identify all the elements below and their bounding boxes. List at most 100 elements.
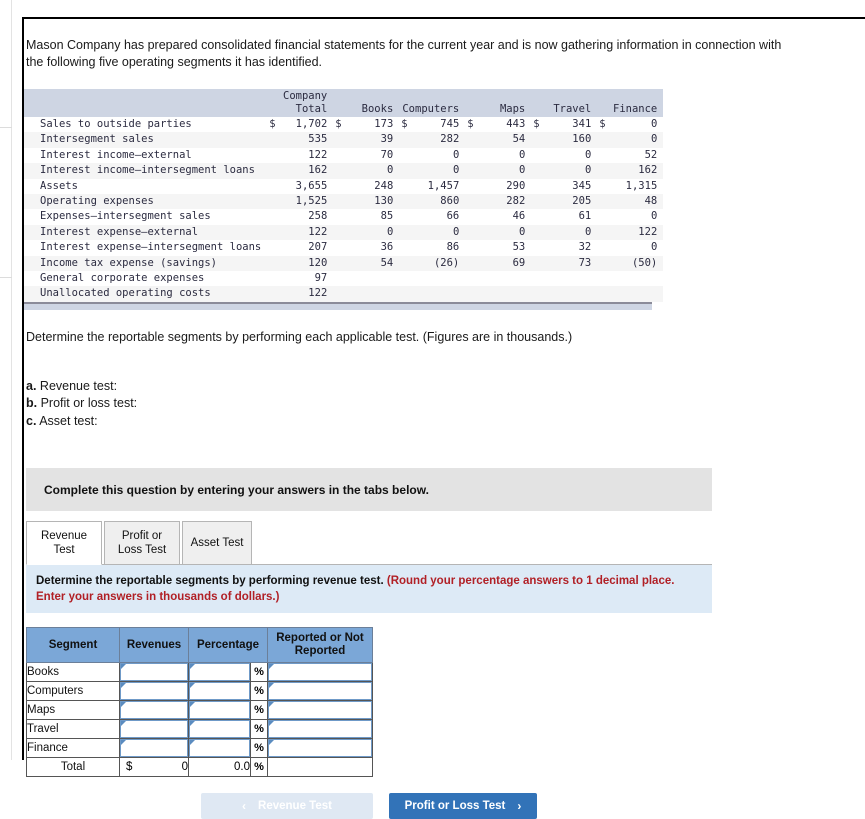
financial-cell: 46 xyxy=(465,209,531,224)
answer-reported-cell[interactable] xyxy=(267,719,373,740)
question-content-frame: Mason Company has prepared consolidated … xyxy=(22,17,865,819)
reported-input[interactable] xyxy=(268,720,372,739)
financial-cell: 0 xyxy=(465,225,531,240)
revenues-input[interactable] xyxy=(120,720,188,739)
financial-cell-value: 443 xyxy=(506,118,526,130)
financial-row-label: Expenses—intersegment sales xyxy=(40,210,211,223)
answer-total-revenues: $0 xyxy=(119,757,189,778)
answer-revenues-cell[interactable] xyxy=(119,738,189,759)
financial-cell-value: 52 xyxy=(644,148,658,161)
financial-cell-value: (26) xyxy=(433,256,460,269)
financial-cell: 85 xyxy=(333,209,399,224)
next-button-label: Profit or Loss Test xyxy=(404,800,506,813)
financial-table-row: Interest expense—external 122 0 0 0 0 122 xyxy=(24,224,664,241)
financial-cell: 205 xyxy=(531,194,597,209)
financial-cell: 0 xyxy=(465,163,531,178)
revenue-test-instruction: Determine the reportable segments by per… xyxy=(26,565,712,614)
financial-cell-value: 535 xyxy=(308,133,328,146)
financial-cell-value: 341 xyxy=(572,118,592,130)
financial-cell-value: 48 xyxy=(644,195,658,208)
financial-cell xyxy=(465,271,531,286)
percentage-input[interactable] xyxy=(189,701,250,720)
prev-revenue-test-button[interactable]: ‹ Revenue Test xyxy=(201,793,373,819)
financial-cell-value: 290 xyxy=(506,179,526,192)
financial-cell xyxy=(531,286,597,301)
chevron-right-icon: › xyxy=(517,799,522,814)
percentage-input[interactable] xyxy=(189,663,250,682)
financial-cell-value: 0 xyxy=(518,148,526,161)
answer-percentage-cell[interactable] xyxy=(188,700,251,721)
financial-cell: 97 xyxy=(267,271,333,286)
financial-cell: 52 xyxy=(597,148,663,163)
financial-cell-value: 61 xyxy=(578,210,592,223)
sub-question-letter: c. xyxy=(26,413,37,428)
financial-row-label: Assets xyxy=(40,179,78,192)
answer-percentage-cell[interactable] xyxy=(188,738,251,759)
percentage-input[interactable] xyxy=(189,720,250,739)
financial-cell-value: 0 xyxy=(452,225,460,238)
answer-revenues-cell[interactable] xyxy=(119,700,189,721)
reported-input[interactable] xyxy=(268,739,372,758)
revenues-input[interactable] xyxy=(120,739,188,758)
answer-revenues-cell[interactable] xyxy=(119,681,189,702)
financial-cell: $341 xyxy=(531,117,597,132)
financial-table-row: Interest expense—intersegment loans 207 36… xyxy=(24,240,664,256)
answer-reported-cell[interactable] xyxy=(267,738,373,759)
answer-revenues-cell[interactable] xyxy=(119,662,189,683)
answer-reported-cell[interactable] xyxy=(267,662,373,683)
financial-table-row: Intersegment sales 535 39 282 54 160 0 xyxy=(24,132,664,148)
financial-col-header-travel: Travel xyxy=(531,89,598,117)
financial-cell-value: 1,702 xyxy=(295,118,328,130)
financial-cell-value: 258 xyxy=(308,210,328,223)
financial-cell: $1,702 xyxy=(267,117,333,132)
reported-input[interactable] xyxy=(268,663,372,682)
tab-revenue-test[interactable]: Revenue Test xyxy=(26,521,102,566)
financial-col-header-finance: Finance xyxy=(597,89,664,117)
percentage-input[interactable] xyxy=(189,682,250,701)
financial-cell-value: 0 xyxy=(386,225,394,238)
percentage-input[interactable] xyxy=(189,739,250,758)
answer-percentage-cell[interactable] xyxy=(188,662,251,683)
sub-question-item: a. Revenue test: xyxy=(26,378,865,396)
currency-symbol: $ xyxy=(269,118,276,130)
financial-cell-value: 122 xyxy=(638,225,658,238)
financial-cell: 860 xyxy=(399,194,465,209)
financial-cell: 0 xyxy=(597,209,663,224)
financial-cell: 207 xyxy=(267,240,333,255)
tab-asset-test[interactable]: Asset Test xyxy=(182,521,252,566)
navigation-buttons: ‹ Revenue Test Profit or Loss Test › xyxy=(26,793,712,819)
next-profit-or-loss-test-button[interactable]: Profit or Loss Test › xyxy=(389,793,537,819)
financial-cell xyxy=(399,271,465,286)
revenues-input[interactable] xyxy=(120,701,188,720)
financial-cell-value: 122 xyxy=(308,148,328,161)
financial-cell: 122 xyxy=(597,225,663,240)
financial-cell-value: 46 xyxy=(512,210,526,223)
financial-cell-value: 53 xyxy=(512,241,526,254)
financial-cell: 122 xyxy=(267,286,333,301)
reported-input[interactable] xyxy=(268,701,372,720)
reported-input[interactable] xyxy=(268,682,372,701)
answer-percentage-cell[interactable] xyxy=(188,681,251,702)
revenues-input[interactable] xyxy=(120,682,188,701)
financial-cell xyxy=(399,286,465,301)
answer-revenues-cell[interactable] xyxy=(119,719,189,740)
tab-profit-or-loss-test[interactable]: Profit or Loss Test xyxy=(104,521,180,566)
financial-cell-value: 0 xyxy=(650,118,658,130)
currency-symbol: $ xyxy=(467,118,474,130)
answer-segment-label: Travel xyxy=(26,719,120,740)
revenue-test-answer-table: Segment Revenues Percentage Reported or … xyxy=(26,627,373,778)
answer-reported-cell[interactable] xyxy=(267,700,373,721)
answer-total-reported xyxy=(267,757,373,778)
financial-cell: 248 xyxy=(333,179,399,194)
sub-question-text: Asset test: xyxy=(36,413,98,428)
answer-reported-cell[interactable] xyxy=(267,681,373,702)
financial-cell-value: 282 xyxy=(506,195,526,208)
sub-question-text: Profit or loss test: xyxy=(37,396,138,411)
financial-cell-value: 66 xyxy=(446,210,460,223)
financial-cell: 162 xyxy=(597,163,663,178)
financial-cell: 0 xyxy=(531,163,597,178)
financial-table-body: Sales to outside parties $1,702 $173 $745 $4… xyxy=(24,117,664,302)
financial-cell: $173 xyxy=(333,117,399,132)
answer-percentage-cell[interactable] xyxy=(188,719,251,740)
revenues-input[interactable] xyxy=(120,663,188,682)
